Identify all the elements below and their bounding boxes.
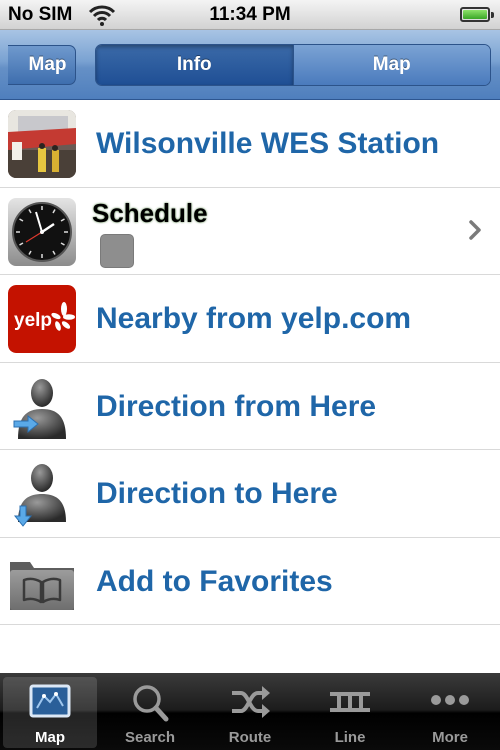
tab-line[interactable]: Line <box>300 673 400 750</box>
segment-map[interactable]: Map <box>292 45 490 85</box>
row-direction-to[interactable]: Direction to Here <box>0 450 500 538</box>
person-arrow-right-icon <box>13 378 66 439</box>
tab-search-label: Search <box>124 729 176 746</box>
tab-more[interactable]: More <box>400 673 500 750</box>
clock: 11:34 PM <box>209 4 291 25</box>
tab-search[interactable]: Search <box>100 673 200 750</box>
tab-map-label: Map <box>35 729 65 746</box>
shuffle-icon <box>232 686 270 718</box>
magnifier-icon <box>133 685 169 722</box>
dots-icon <box>431 695 469 705</box>
back-button-label: Map <box>28 54 67 75</box>
yelp-icon: yelp <box>8 285 76 353</box>
navigation-bar: Map Info Map <box>0 30 500 100</box>
row-station[interactable]: Wilsonville WES Station <box>0 100 500 188</box>
tab-map[interactable]: Map <box>0 673 100 750</box>
person-arrow-down-icon <box>13 464 66 527</box>
add-favorites-label: Add to Favorites <box>96 564 333 598</box>
nearby-yelp-label: Nearby from yelp.com <box>96 302 412 335</box>
station-photo-icon <box>8 110 76 178</box>
tab-route-label: Route <box>228 729 272 746</box>
chevron-right-icon <box>469 219 481 240</box>
info-table: Wilsonville WES Station Schedule yelp Ne… <box>0 100 500 625</box>
back-button[interactable]: Map <box>8 45 76 85</box>
direction-to-label: Direction to Here <box>96 477 338 510</box>
row-schedule[interactable]: Schedule <box>0 187 500 275</box>
svg-text:yelp: yelp <box>14 310 52 331</box>
direction-from-label: Direction from Here <box>96 389 377 423</box>
tab-line-label: Line <box>334 729 366 746</box>
battery-icon <box>460 7 494 22</box>
tab-more-label: More <box>432 729 468 746</box>
folder-book-icon <box>10 561 74 610</box>
tab-route[interactable]: Route <box>200 673 300 750</box>
status-bar: No SIM 11:34 PM <box>0 0 500 30</box>
schedule-title: Schedule <box>92 197 208 228</box>
row-add-favorites[interactable]: Add to Favorites <box>0 537 500 625</box>
row-nearby-yelp[interactable]: yelp Nearby from yelp.com <box>0 275 500 363</box>
segment-info[interactable]: Info <box>96 45 293 85</box>
clock-icon <box>8 197 76 266</box>
schedule-color-swatch <box>100 233 134 268</box>
rail-track-icon <box>330 692 370 712</box>
tab-bar: Map Search Route Line More <box>0 673 500 750</box>
map-icon <box>29 684 71 718</box>
row-direction-from[interactable]: Direction from Here <box>0 362 500 450</box>
segmented-control: Info Map <box>95 44 491 86</box>
station-name: Wilsonville WES Station <box>96 127 440 160</box>
